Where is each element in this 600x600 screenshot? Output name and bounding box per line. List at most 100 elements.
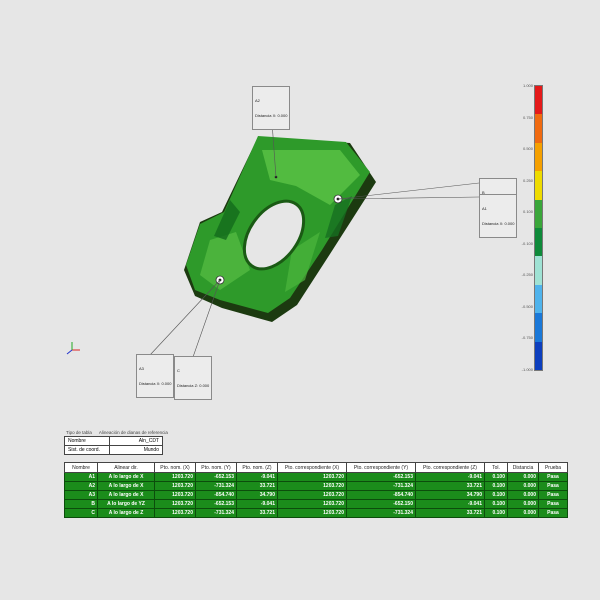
table-cell: A2 (64, 481, 98, 491)
scale-tick-label: 0.100 (522, 209, 533, 215)
scale-tick-label: 1.000 (522, 83, 533, 88)
table-row[interactable]: A2 A lo largo de X 1203.720 -731.324 33.721 1… (64, 481, 568, 491)
info-row: Nombre Aln_CDT (64, 436, 163, 446)
table-cell: Pasa (538, 472, 568, 482)
table-cell: Pasa (538, 499, 568, 509)
column-header[interactable]: Pto. correspondiente (Y) (346, 462, 416, 473)
table-cell: 0.000 (507, 481, 539, 491)
table-cell: -9.041 (415, 499, 485, 509)
table-type-value: Alineación de dianas de referencia (98, 430, 168, 435)
table-cell: A1 (64, 472, 98, 482)
column-header[interactable]: Pto. nom. (Y) (195, 462, 237, 473)
callout-value: Distancia X: 0.000 (482, 221, 515, 226)
info-value: Aln_CDT (109, 436, 163, 446)
table-cell: -854.740 (195, 490, 237, 500)
table-cell: 0.100 (484, 472, 508, 482)
column-header[interactable]: Prueba (538, 462, 568, 473)
callout-value: Distancia Z: 0.000 (177, 383, 210, 388)
table-cell: 1203.720 (154, 472, 196, 482)
table-row[interactable]: A1 A lo largo de X 1203.720 -652.153 -9.041 1… (64, 472, 568, 482)
scale-segment (535, 313, 542, 342)
column-header[interactable]: Pto. correspondiente (Z) (415, 462, 485, 473)
table-cell: 0.000 (507, 472, 539, 482)
table-row[interactable]: BA lo largo de YZ 1203.720 -652.153 -9.041 1… (64, 499, 568, 509)
table-cell: 1203.720 (154, 499, 196, 509)
callout-name: A3 (139, 366, 144, 371)
scale-segment (535, 199, 542, 228)
scale-segment (535, 86, 542, 115)
column-header[interactable]: Alinear dir. (97, 462, 155, 473)
scale-tick-label: -0.500 (521, 303, 533, 309)
column-header[interactable]: Distancia (507, 462, 539, 473)
column-header[interactable]: Nombre (64, 462, 98, 473)
table-cell: -652.150 (346, 499, 416, 509)
table-cell: 34.790 (236, 490, 278, 500)
table-cell: -731.324 (346, 481, 416, 491)
callout-a2[interactable]: A2 Distancia X: 0.000 (252, 86, 291, 130)
table-cell: 0.100 (484, 499, 508, 509)
scale-segment (535, 114, 542, 143)
table-header-row: Nombre Alinear dir. Pto. nom. (X) Pto. nom.… (64, 462, 568, 473)
table-cell: 1203.720 (154, 490, 196, 500)
table-cell: 0.100 (484, 508, 508, 518)
scale-tick-label: 0.750 (522, 114, 533, 120)
scale-segment (535, 171, 542, 200)
table-row[interactable]: A3 A lo largo de X 1203.720 -854.740 34.790 1… (64, 490, 568, 500)
table-cell: A lo largo de X (97, 481, 155, 491)
table-cell: Pasa (538, 508, 568, 518)
scale-tick-label: 0.250 (522, 177, 533, 183)
table-cell: 0.000 (507, 490, 539, 500)
table-type-caption: Tipo de tabla Alineación de dianas de re… (66, 430, 174, 435)
table-cell: 0.100 (484, 481, 508, 491)
table-cell: -9.041 (236, 499, 278, 509)
3d-viewport[interactable]: A2 Distancia X: 0.000 B Distancia Y: 0.0… (0, 0, 600, 420)
table-cell: 33.721 (415, 481, 485, 491)
scale-tick-label: -0.250 (521, 272, 533, 278)
table-cell: -731.324 (346, 508, 416, 518)
alignment-info-table: Nombre Aln_CDT Sist. de coord. Mundo (64, 436, 163, 455)
callout-value: Distancia X: 0.000 (255, 113, 288, 118)
scale-tick-label: -0.100 (521, 240, 533, 246)
info-value: Mundo (109, 445, 163, 455)
info-key: Sist. de coord. (64, 445, 110, 455)
table-cell: 33.721 (236, 481, 278, 491)
table-cell: -652.153 (346, 472, 416, 482)
scale-segment (535, 341, 542, 370)
table-cell: C (64, 508, 98, 518)
table-cell: 1203.720 (277, 490, 347, 500)
column-header[interactable]: Pto. nom. (Z) (236, 462, 278, 473)
table-cell: 0.100 (484, 490, 508, 500)
column-header[interactable]: Tol. (484, 462, 508, 473)
table-cell: -731.324 (195, 508, 237, 518)
table-cell: -854.740 (346, 490, 416, 500)
scale-tick-label: -0.750 (521, 335, 533, 341)
table-cell: 1203.720 (277, 499, 347, 509)
table-cell: Pasa (538, 490, 568, 500)
alignment-results-table: Nombre Alinear dir. Pto. nom. (X) Pto. nom.… (64, 462, 568, 518)
callout-value: Distancia X: 0.000 (139, 381, 172, 386)
scale-segment (535, 256, 542, 285)
table-cell: Pasa (538, 481, 568, 491)
scale-segment (535, 142, 542, 172)
table-cell: 0.000 (507, 499, 539, 509)
table-cell: B (64, 499, 98, 509)
table-row[interactable]: CA lo largo de Z 1203.720 -731.324 33.721 12… (64, 508, 568, 518)
table-cell: A lo largo de X (97, 472, 155, 482)
axis-triad-icon (66, 342, 80, 355)
table-cell: 0.000 (507, 508, 539, 518)
column-header[interactable]: Pto. correspondiente (X) (277, 462, 347, 473)
table-cell: 34.790 (415, 490, 485, 500)
callout-name: C (177, 368, 180, 373)
callout-a3[interactable]: A3 Distancia X: 0.000 (136, 354, 175, 398)
scale-tick-label: 0.500 (522, 146, 533, 152)
callout-a1[interactable]: A1 Distancia X: 0.000 (479, 194, 518, 238)
table-cell: A3 (64, 490, 98, 500)
table-cell: 1203.720 (277, 508, 347, 518)
column-header[interactable]: Pto. nom. (X) (154, 462, 196, 473)
callout-c[interactable]: C Distancia Z: 0.000 (174, 356, 213, 400)
info-row: Sist. de coord. Mundo (64, 445, 163, 455)
scale-segment (535, 227, 542, 257)
table-cell: 1203.720 (154, 481, 196, 491)
table-cell: -9.041 (415, 472, 485, 482)
table-cell: A lo largo de X (97, 490, 155, 500)
